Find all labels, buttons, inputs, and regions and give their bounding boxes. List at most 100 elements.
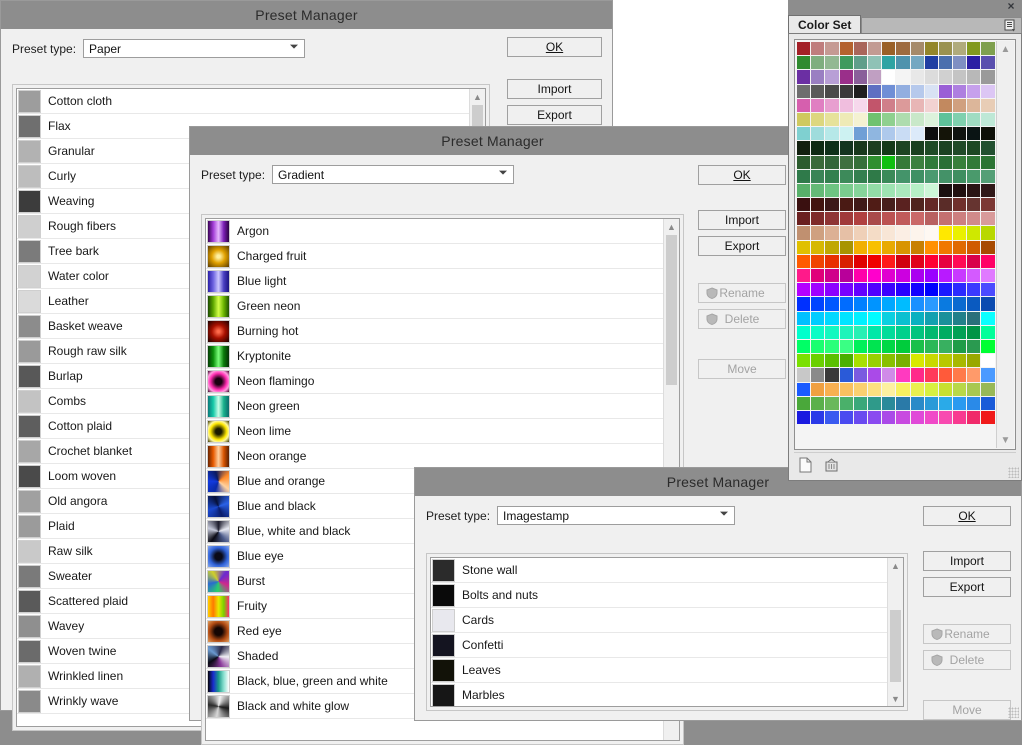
color-swatch[interactable]: [938, 70, 953, 84]
color-swatch[interactable]: [938, 297, 953, 311]
color-swatch[interactable]: [924, 283, 938, 297]
color-swatch[interactable]: [896, 70, 910, 84]
color-swatch[interactable]: [953, 56, 967, 70]
scroll-up-arrow-icon[interactable]: ▲: [997, 41, 1014, 57]
color-swatch[interactable]: [953, 169, 967, 183]
color-swatch[interactable]: [839, 98, 853, 112]
color-swatch[interactable]: [896, 84, 910, 98]
color-swatch[interactable]: [797, 283, 811, 297]
export-button[interactable]: Export: [923, 577, 1011, 597]
color-swatch[interactable]: [853, 70, 867, 84]
color-swatch[interactable]: [924, 354, 938, 368]
list-item[interactable]: Confetti: [431, 633, 887, 658]
color-swatch[interactable]: [967, 325, 981, 339]
color-swatch[interactable]: [938, 84, 953, 98]
color-swatch[interactable]: [797, 98, 811, 112]
color-swatch[interactable]: [825, 382, 839, 396]
color-swatch[interactable]: [797, 311, 811, 325]
color-swatch[interactable]: [896, 254, 910, 268]
color-swatch[interactable]: [910, 410, 924, 425]
color-swatch[interactable]: [811, 354, 825, 368]
color-swatch[interactable]: [825, 169, 839, 183]
color-swatch[interactable]: [938, 339, 953, 354]
color-swatch[interactable]: [811, 297, 825, 311]
color-swatch[interactable]: [981, 212, 995, 226]
color-swatch[interactable]: [839, 127, 853, 141]
color-swatch[interactable]: [825, 98, 839, 112]
color-swatch[interactable]: [967, 354, 981, 368]
list-item[interactable]: Neon lime: [206, 419, 663, 444]
list-item[interactable]: Argon: [206, 219, 663, 244]
color-swatch[interactable]: [811, 183, 825, 198]
color-swatch[interactable]: [825, 240, 839, 254]
color-swatch[interactable]: [797, 240, 811, 254]
color-swatch[interactable]: [967, 42, 981, 56]
preset-list-imagestamp[interactable]: Stone wall Bolts and nuts Cards Confetti Lea…: [430, 557, 904, 707]
color-swatch[interactable]: [797, 339, 811, 354]
color-swatch[interactable]: [825, 127, 839, 141]
color-swatch[interactable]: [839, 311, 853, 325]
color-swatch[interactable]: [967, 70, 981, 84]
color-swatch[interactable]: [811, 410, 825, 425]
color-swatch[interactable]: [797, 325, 811, 339]
color-swatch[interactable]: [797, 410, 811, 425]
color-swatch[interactable]: [839, 42, 853, 56]
color-swatch[interactable]: [981, 155, 995, 169]
color-swatch[interactable]: [853, 212, 867, 226]
color-swatch[interactable]: [967, 254, 981, 268]
color-swatch[interactable]: [953, 297, 967, 311]
color-swatch[interactable]: [825, 354, 839, 368]
list-item[interactable]: Cards: [431, 608, 887, 633]
scroll-down-arrow-icon[interactable]: ▼: [888, 691, 903, 706]
color-swatch[interactable]: [839, 212, 853, 226]
color-swatch[interactable]: [853, 98, 867, 112]
color-swatch[interactable]: [924, 141, 938, 155]
color-swatch[interactable]: [853, 112, 867, 127]
color-swatch[interactable]: [896, 141, 910, 155]
color-swatch[interactable]: [924, 98, 938, 112]
color-swatch[interactable]: [811, 283, 825, 297]
color-swatch[interactable]: [910, 396, 924, 410]
color-swatch[interactable]: [867, 141, 882, 155]
color-swatch[interactable]: [981, 56, 995, 70]
color-swatch[interactable]: [867, 70, 882, 84]
color-swatch[interactable]: [953, 354, 967, 368]
color-swatch[interactable]: [882, 354, 896, 368]
color-swatch[interactable]: [938, 56, 953, 70]
dialog-titlebar[interactable]: Preset Manager: [190, 127, 795, 155]
color-swatch[interactable]: [839, 325, 853, 339]
color-swatch[interactable]: [910, 212, 924, 226]
preset-type-select-imagestamp[interactable]: Imagestamp: [497, 506, 736, 525]
color-swatch[interactable]: [967, 396, 981, 410]
color-swatch[interactable]: [853, 354, 867, 368]
color-swatch[interactable]: [896, 396, 910, 410]
color-swatch[interactable]: [825, 226, 839, 240]
color-swatch[interactable]: [867, 254, 882, 268]
color-swatch[interactable]: [882, 42, 896, 56]
color-swatch[interactable]: [981, 354, 995, 368]
dialog-titlebar[interactable]: Preset Manager: [1, 1, 612, 29]
color-swatch[interactable]: [853, 396, 867, 410]
color-swatch[interactable]: [797, 155, 811, 169]
move-button[interactable]: Move: [923, 700, 1011, 720]
list-item[interactable]: Cotton cloth: [17, 89, 469, 114]
color-swatch[interactable]: [811, 254, 825, 268]
color-swatch[interactable]: [938, 254, 953, 268]
tab-color-set[interactable]: Color Set: [788, 15, 862, 33]
color-swatch[interactable]: [896, 127, 910, 141]
color-swatch[interactable]: [811, 70, 825, 84]
color-swatch[interactable]: [882, 56, 896, 70]
color-swatch[interactable]: [896, 297, 910, 311]
color-swatch[interactable]: [967, 212, 981, 226]
color-swatch[interactable]: [981, 254, 995, 268]
color-swatch[interactable]: [839, 269, 853, 283]
color-swatch[interactable]: [811, 127, 825, 141]
color-swatch[interactable]: [924, 339, 938, 354]
color-swatch[interactable]: [938, 169, 953, 183]
color-swatch[interactable]: [811, 169, 825, 183]
scroll-down-arrow-icon[interactable]: ▼: [997, 432, 1014, 448]
color-swatch[interactable]: [839, 382, 853, 396]
color-swatch[interactable]: [967, 283, 981, 297]
color-swatch[interactable]: [981, 226, 995, 240]
color-swatch[interactable]: [867, 183, 882, 198]
